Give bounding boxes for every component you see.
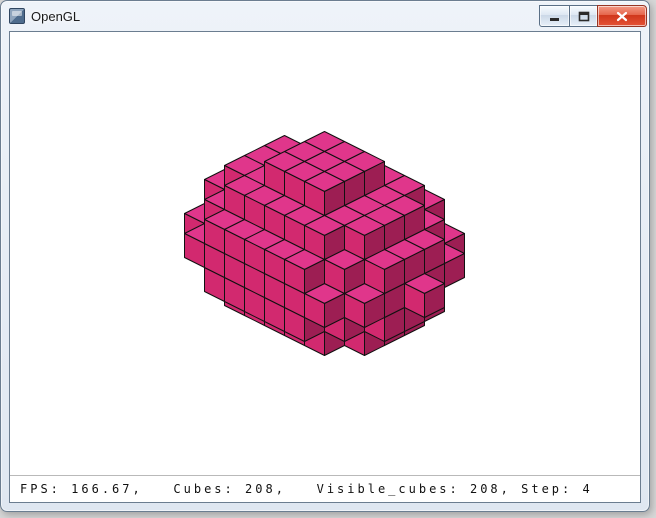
cubes-value: 208 bbox=[245, 482, 276, 496]
close-icon bbox=[615, 11, 629, 22]
status-bar: FPS: 166.67, Cubes: 208, Visible_cubes: … bbox=[10, 475, 640, 502]
close-button[interactable] bbox=[597, 5, 647, 27]
step-label: Step: bbox=[521, 482, 572, 496]
client-area: FPS: 166.67, Cubes: 208, Visible_cubes: … bbox=[9, 31, 641, 503]
maximize-icon bbox=[578, 11, 590, 22]
voxel-svg bbox=[183, 129, 467, 357]
step-value: 4 bbox=[582, 482, 592, 496]
visible-label: Visible_cubes: bbox=[317, 482, 460, 496]
minimize-button[interactable] bbox=[539, 5, 570, 27]
maximize-button[interactable] bbox=[569, 5, 598, 27]
gl-viewport[interactable] bbox=[10, 32, 640, 502]
window-title: OpenGL bbox=[31, 9, 540, 24]
titlebar[interactable]: OpenGL bbox=[1, 1, 649, 31]
app-window: OpenGL FPS: 166.67, Cubes: 208, bbox=[0, 0, 650, 512]
window-buttons bbox=[540, 5, 647, 27]
fps-label: FPS: bbox=[20, 482, 61, 496]
voxel-scene bbox=[325, 243, 326, 244]
app-icon bbox=[9, 8, 25, 24]
visible-value: 208 bbox=[470, 482, 501, 496]
minimize-icon bbox=[549, 11, 560, 22]
cubes-label: Cubes: bbox=[173, 482, 234, 496]
fps-value: 166.67 bbox=[71, 482, 132, 496]
